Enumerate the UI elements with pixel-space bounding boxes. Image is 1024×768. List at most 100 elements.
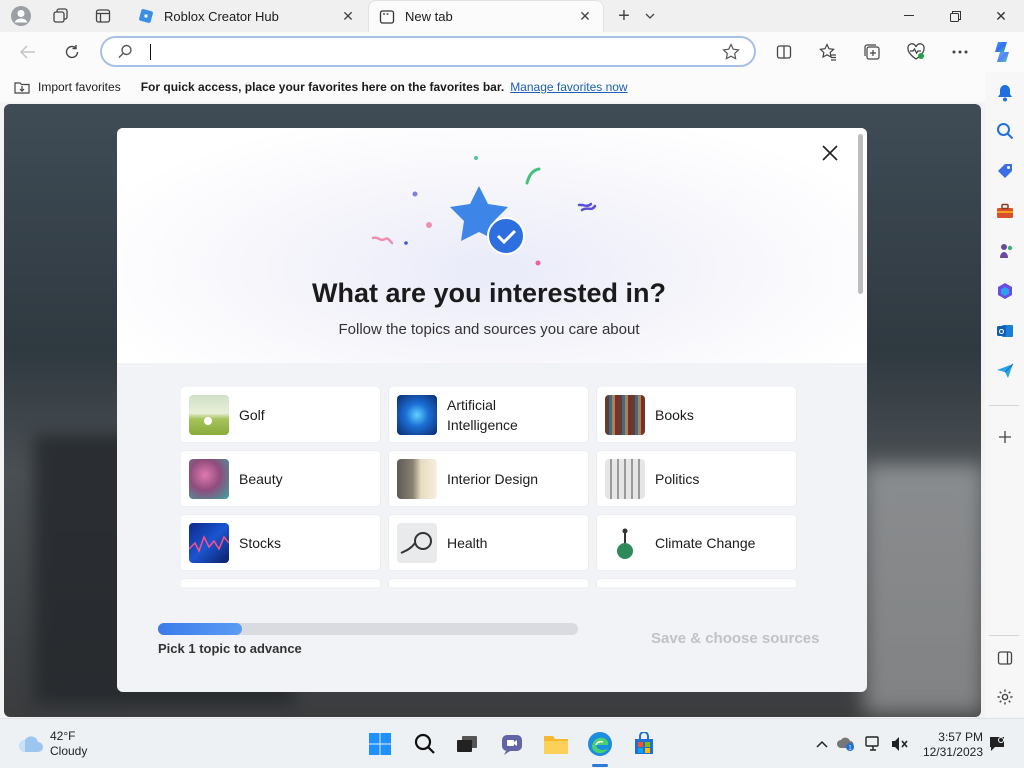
dialog-scrollbar[interactable] [858, 134, 863, 294]
taskbar-clock[interactable]: 3:57 PM 12/31/2023 [921, 730, 983, 760]
climate-change-thumbnail [605, 522, 645, 563]
close-tab-icon[interactable]: ✕ [336, 4, 360, 28]
dialog-headline: What are you interested in? [311, 278, 667, 308]
clock-time: 3:57 PM [938, 730, 983, 744]
topic-label: Politics [655, 470, 700, 487]
topic-card-health[interactable]: Health [389, 515, 588, 570]
star-check-illustration-icon [371, 156, 597, 266]
tab-title: Roblox Creator Hub [164, 8, 279, 24]
topic-label: Health [447, 534, 488, 551]
topic-card-climate-change[interactable]: Climate Change [597, 515, 796, 570]
search-sidebar-icon[interactable] [992, 118, 1018, 144]
split-screen-icon[interactable] [770, 38, 798, 66]
add-favorite-star-icon[interactable] [722, 43, 740, 66]
topic-card-partial[interactable] [597, 579, 796, 587]
tab-new-tab[interactable]: New tab ✕ [368, 0, 604, 32]
workspaces-icon[interactable] [48, 4, 74, 28]
new-tab-button[interactable]: + [612, 4, 636, 28]
settings-more-icon[interactable] [946, 38, 974, 66]
books-thumbnail [605, 394, 645, 435]
send-drop-icon[interactable] [992, 358, 1018, 384]
topic-label: Beauty [239, 470, 283, 487]
hide-sidebar-icon[interactable] [992, 645, 1018, 671]
topic-card-beauty[interactable]: Beauty [181, 451, 380, 506]
health-thumbnail [397, 522, 437, 563]
import-icon [14, 82, 30, 94]
topic-label: Interior Design [447, 470, 539, 487]
newtab-icon [379, 9, 395, 25]
ai-thumbnail [397, 394, 437, 435]
edge-sidebar: O [985, 72, 1024, 717]
edge-taskbar-icon[interactable] [585, 729, 615, 759]
address-input[interactable] [148, 42, 708, 62]
stocks-thumbnail [189, 522, 229, 563]
politics-thumbnail [605, 458, 645, 499]
browser-essentials-icon[interactable] [902, 38, 930, 66]
restore-button[interactable] [932, 0, 978, 32]
pick-topic-hint: Pick 1 topic to advance [158, 641, 302, 656]
beauty-thumbnail [189, 458, 229, 499]
topic-label: Golf [239, 406, 265, 423]
favorites-bar: Import favorites For quick access, place… [0, 72, 985, 102]
shopping-tag-icon[interactable] [992, 158, 1018, 184]
topic-card-politics[interactable]: Politics [597, 451, 796, 506]
notification-center-icon[interactable] [987, 734, 1007, 754]
selection-progress-bar [158, 623, 578, 635]
topic-card-books[interactable]: Books [597, 387, 796, 442]
import-favorites-button[interactable]: Import favorites [14, 80, 121, 94]
weather-widget[interactable]: 42°F Cloudy [18, 729, 87, 759]
close-tab-icon[interactable]: ✕ [573, 5, 597, 29]
vertical-tabs-icon[interactable] [90, 4, 116, 28]
close-window-button[interactable]: ✕ [978, 0, 1024, 32]
chat-teams-icon[interactable] [497, 729, 527, 759]
topic-label: Artificial Intelligence [447, 396, 518, 433]
topic-card-interior-design[interactable]: Interior Design [389, 451, 588, 506]
golf-thumbnail [189, 394, 229, 435]
show-hidden-icons-chevron-icon[interactable] [812, 734, 832, 754]
copilot-icon[interactable] [988, 38, 1016, 66]
address-bar[interactable] [100, 36, 756, 67]
tab-strip: Roblox Creator Hub ✕ New tab ✕ + ✕ [0, 0, 1024, 32]
tools-toolbox-icon[interactable] [992, 198, 1018, 224]
minimize-button[interactable] [886, 0, 932, 32]
weather-description: Cloudy [50, 744, 88, 758]
collections-icon[interactable] [858, 38, 886, 66]
task-view-icon[interactable] [452, 729, 482, 759]
back-icon[interactable] [14, 38, 42, 66]
tab-roblox-creator-hub[interactable]: Roblox Creator Hub ✕ [128, 0, 366, 32]
topic-card-partial[interactable] [389, 579, 588, 587]
volume-muted-icon[interactable] [890, 734, 910, 754]
topic-card-golf[interactable]: Golf [181, 387, 380, 442]
onedrive-sync-icon[interactable]: 1 [836, 734, 856, 754]
refresh-icon[interactable] [58, 38, 86, 66]
favorites-bar-message: For quick access, place your favorites h… [140, 80, 505, 94]
tab-title: New tab [405, 9, 453, 24]
games-chess-icon[interactable] [992, 238, 1018, 264]
sidebar-divider [989, 405, 1019, 406]
microsoft-store-icon[interactable] [629, 729, 659, 759]
notifications-bell-icon[interactable] [992, 80, 1018, 106]
windows-taskbar: 42°F Cloudy 1 3:57 PM 12/31/2023 [0, 718, 1024, 768]
sidebar-settings-gear-icon[interactable] [992, 684, 1018, 710]
outlook-icon[interactable]: O [992, 318, 1018, 344]
add-sidebar-app-icon[interactable] [992, 424, 1018, 450]
tab-actions-menu-icon[interactable] [640, 4, 660, 28]
topic-card-partial[interactable] [181, 579, 380, 587]
profile-icon[interactable] [8, 4, 34, 28]
close-dialog-icon[interactable] [817, 140, 843, 166]
taskbar-search-icon[interactable] [410, 729, 440, 759]
start-windows-icon[interactable] [365, 729, 395, 759]
interests-dialog: What are you interested in? Follow the t… [117, 128, 867, 692]
manage-favorites-link[interactable]: Manage favorites now [510, 80, 627, 94]
network-monitor-icon[interactable] [863, 734, 883, 754]
file-explorer-icon[interactable] [541, 729, 571, 759]
save-choose-sources-button[interactable]: Save & choose sources [651, 630, 819, 647]
sidebar-divider [989, 635, 1019, 636]
topic-card-stocks[interactable]: Stocks [181, 515, 380, 570]
topic-label: Books [655, 406, 694, 423]
topic-card-artificial-intelligence[interactable]: Artificial Intelligence [389, 387, 588, 442]
microsoft-365-icon[interactable] [992, 278, 1018, 304]
search-icon [118, 44, 133, 64]
favorites-icon[interactable] [814, 38, 842, 66]
dialog-subline: Follow the topics and sources you care a… [338, 321, 640, 338]
